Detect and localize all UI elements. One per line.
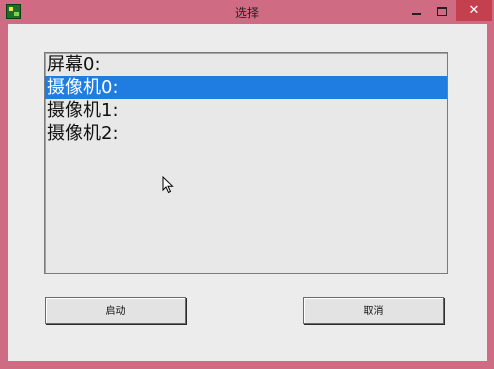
list-item-camera2[interactable]: 摄像机2: [45,122,447,145]
title-bar[interactable]: 选择 ✕ [0,0,494,24]
source-listbox[interactable]: 屏幕0: 摄像机0: 摄像机1: 摄像机2: [44,52,448,274]
list-item-screen0[interactable]: 屏幕0: [45,53,447,76]
list-item-camera0[interactable]: 摄像机0: [45,76,447,99]
dialog-client-area: 屏幕0: 摄像机0: 摄像机1: 摄像机2: 启动 取消 [8,24,487,361]
close-button[interactable]: ✕ [456,0,492,21]
list-item-camera1[interactable]: 摄像机1: [45,99,447,122]
maximize-icon [437,7,447,16]
dialog-window: 选择 ✕ 屏幕0: 摄像机0: 摄像机1: 摄像机2: 启动 取消 [0,0,494,369]
cancel-button[interactable]: 取消 [303,297,444,324]
minimize-icon [411,12,421,15]
minimize-button[interactable] [404,2,428,20]
maximize-button[interactable] [430,2,454,20]
start-button[interactable]: 启动 [45,297,186,324]
close-icon: ✕ [468,3,480,18]
mouse-cursor-icon [162,176,174,194]
